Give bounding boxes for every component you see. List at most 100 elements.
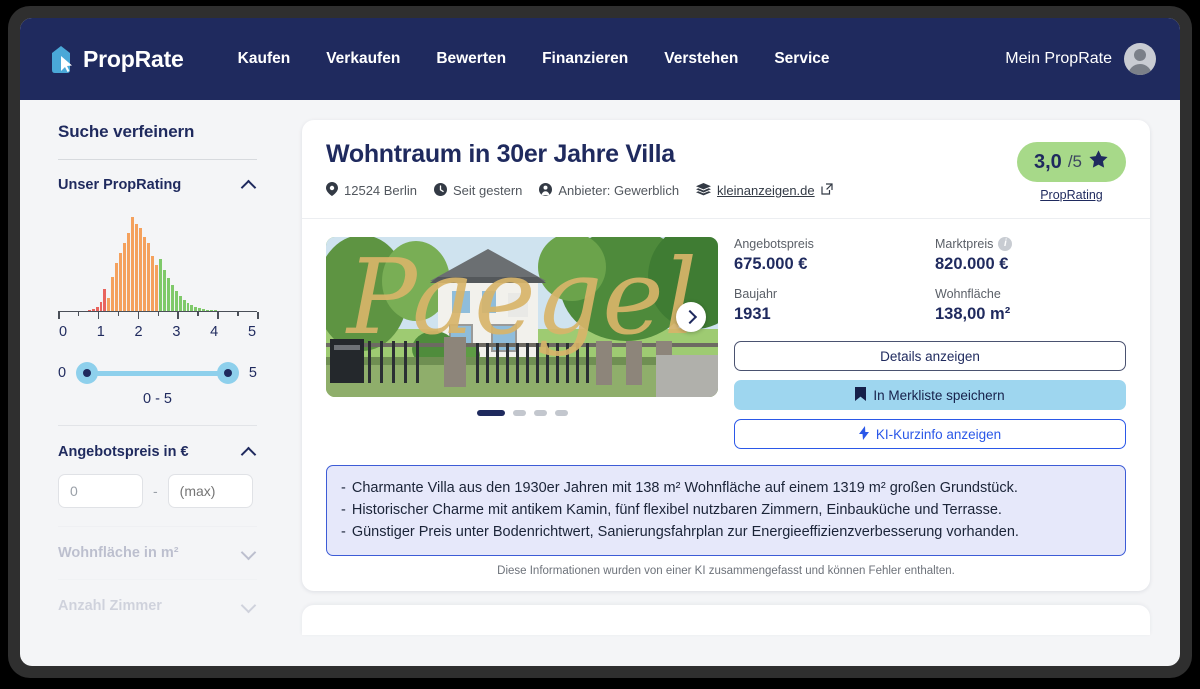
filter-rooms-header[interactable]: Anzahl Zimmer [58, 598, 257, 614]
slider-track-area[interactable] [76, 362, 239, 384]
nav-item-kaufen[interactable]: Kaufen [238, 50, 291, 68]
proprating-link[interactable]: PropRating [1017, 188, 1126, 202]
filter-divider [58, 526, 257, 527]
histogram-bar [166, 278, 170, 311]
proprating-value: 3,0 [1034, 150, 1062, 173]
meta-source-link[interactable]: kleinanzeigen.de [717, 183, 815, 198]
page-content: Suche verfeinern Unser PropRating 0 1 2 … [20, 100, 1180, 666]
meta-source[interactable]: kleinanzeigen.de [696, 182, 833, 199]
axis-tick [77, 312, 80, 316]
slider-track [86, 371, 229, 376]
user-avatar-icon[interactable] [1124, 43, 1156, 75]
filter-divider [58, 579, 257, 580]
main-results-area: Wohntraum in 30er Jahre Villa 12524 Berl… [285, 100, 1180, 666]
nav-item-verkaufen[interactable]: Verkaufen [326, 50, 400, 68]
fact-living-area: Wohnfläche 138,00 m² [935, 287, 1126, 324]
ai-summary-bullet: - Günstiger Preis unter Bodenrichtwert, … [341, 521, 1111, 543]
ai-shortinfo-label: KI-Kurzinfo anzeigen [875, 426, 1002, 442]
meta-location-text: 12524 Berlin [344, 183, 417, 198]
info-icon[interactable]: i [998, 237, 1013, 251]
tick-3: 3 [172, 324, 181, 340]
slider-handle-max[interactable] [216, 362, 239, 384]
rating-range-slider[interactable]: 0 5 [58, 362, 257, 384]
sidebar-title: Suche verfeinern [58, 122, 195, 141]
listing-photo[interactable]: Paegel [326, 237, 718, 397]
listing-card-body: Paegel Angebotspreis 675.000 € Marktprei… [302, 219, 1150, 449]
chevron-down-icon[interactable] [242, 602, 257, 611]
proprating-max: /5 [1067, 152, 1082, 171]
slider-handle-min[interactable] [76, 362, 99, 384]
photo-next-button[interactable] [676, 302, 706, 332]
ai-bullet-text-3: Günstiger Preis unter Bodenrichtwert, Sa… [351, 524, 1019, 541]
filter-price-group: Angebotspreis in € - [58, 425, 257, 508]
histogram-bar [154, 265, 158, 311]
brand-logo[interactable]: PropRate [48, 44, 184, 74]
tick-5: 5 [247, 324, 257, 340]
histogram-bar [178, 296, 182, 311]
nav-item-finanzieren[interactable]: Finanzieren [542, 50, 628, 68]
filter-area-header[interactable]: Wohnfläche in m² [58, 545, 257, 561]
histogram-bar [115, 263, 119, 311]
meta-location: 12524 Berlin [326, 182, 417, 199]
price-range-inputs: - [58, 474, 257, 508]
histogram-bar [123, 243, 127, 311]
ai-bullet-dash: - [341, 524, 346, 541]
photo-dot-2[interactable] [512, 410, 526, 416]
external-link-icon[interactable] [821, 183, 833, 198]
ai-summary-bullet: - Historischer Charme mit antikem Kamin,… [341, 499, 1111, 521]
sidebar-divider [58, 159, 257, 160]
ai-shortinfo-button[interactable]: KI-Kurzinfo anzeigen [734, 419, 1126, 449]
tick-0: 0 [58, 324, 68, 340]
fact-market-price-label: Marktpreis i [935, 237, 1126, 251]
price-max-input[interactable] [167, 474, 253, 508]
filter-sidebar: Suche verfeinern Unser PropRating 0 1 2 … [20, 100, 285, 666]
axis-tick [157, 312, 160, 316]
fact-build-year-value: 1931 [734, 305, 771, 323]
nav-item-service[interactable]: Service [774, 50, 829, 68]
clock-icon [434, 182, 447, 199]
axis-tick [97, 312, 100, 319]
chevron-down-icon[interactable] [242, 549, 257, 558]
listing-action-buttons: Details anzeigen In Merkliste speichern [734, 341, 1126, 449]
proprating-badge-wrap: 3,0 /5 PropRating [1017, 140, 1126, 202]
filter-proprating-header[interactable]: Unser PropRating [58, 177, 257, 193]
histogram-bar [182, 300, 186, 311]
price-range-separator: - [153, 483, 158, 499]
filter-area-group: Wohnfläche in m² [58, 526, 257, 561]
lightning-bolt-icon [858, 425, 869, 443]
nav-item-bewerten[interactable]: Bewerten [436, 50, 506, 68]
photo-dot-1[interactable] [476, 410, 505, 416]
star-icon [1088, 149, 1109, 175]
fact-living-area-value: 138,00 m² [935, 305, 1011, 323]
fact-offer-price-label: Angebotspreis [734, 237, 814, 251]
ai-summary-bullet: - Charmante Villa aus den 1930er Jahren … [341, 477, 1111, 499]
chevron-up-icon[interactable] [242, 448, 257, 457]
histogram-bar [143, 237, 146, 311]
next-listing-card-partial [302, 605, 1150, 636]
filter-divider [58, 425, 257, 426]
fact-offer-price: Angebotspreis 675.000 € [734, 237, 925, 274]
photo-dot-4[interactable] [554, 410, 568, 416]
nav-item-verstehen[interactable]: Verstehen [664, 50, 738, 68]
fact-offer-price-value: 675.000 € [734, 255, 808, 273]
fact-market-price-value: 820.000 € [935, 255, 1009, 273]
device-frame: PropRate Kaufen Verkaufen Bewerten Finan… [8, 6, 1192, 678]
filter-price-header[interactable]: Angebotspreis in € [58, 444, 257, 460]
price-min-input[interactable] [58, 474, 143, 508]
top-navigation-bar: PropRate Kaufen Verkaufen Bewerten Finan… [20, 18, 1180, 100]
photo-dot-3[interactable] [533, 410, 547, 416]
bookmark-icon [855, 386, 867, 404]
fact-living-area-label: Wohnfläche [935, 287, 1001, 301]
filter-proprating-label: Unser PropRating [58, 177, 182, 193]
listing-facts: Angebotspreis 675.000 € Marktpreis i 820… [734, 237, 1126, 449]
save-to-watchlist-button[interactable]: In Merkliste speichern [734, 380, 1126, 410]
save-to-watchlist-label: In Merkliste speichern [873, 387, 1005, 403]
chevron-up-icon[interactable] [242, 181, 257, 190]
brand-name: PropRate [83, 45, 184, 72]
account-area[interactable]: Mein PropRate [1005, 43, 1156, 75]
details-button-label: Details anzeigen [880, 348, 980, 364]
ai-bullet-dash: - [341, 502, 346, 519]
axis-tick [58, 312, 60, 319]
histogram-bar [150, 256, 154, 311]
details-button[interactable]: Details anzeigen [734, 341, 1126, 371]
